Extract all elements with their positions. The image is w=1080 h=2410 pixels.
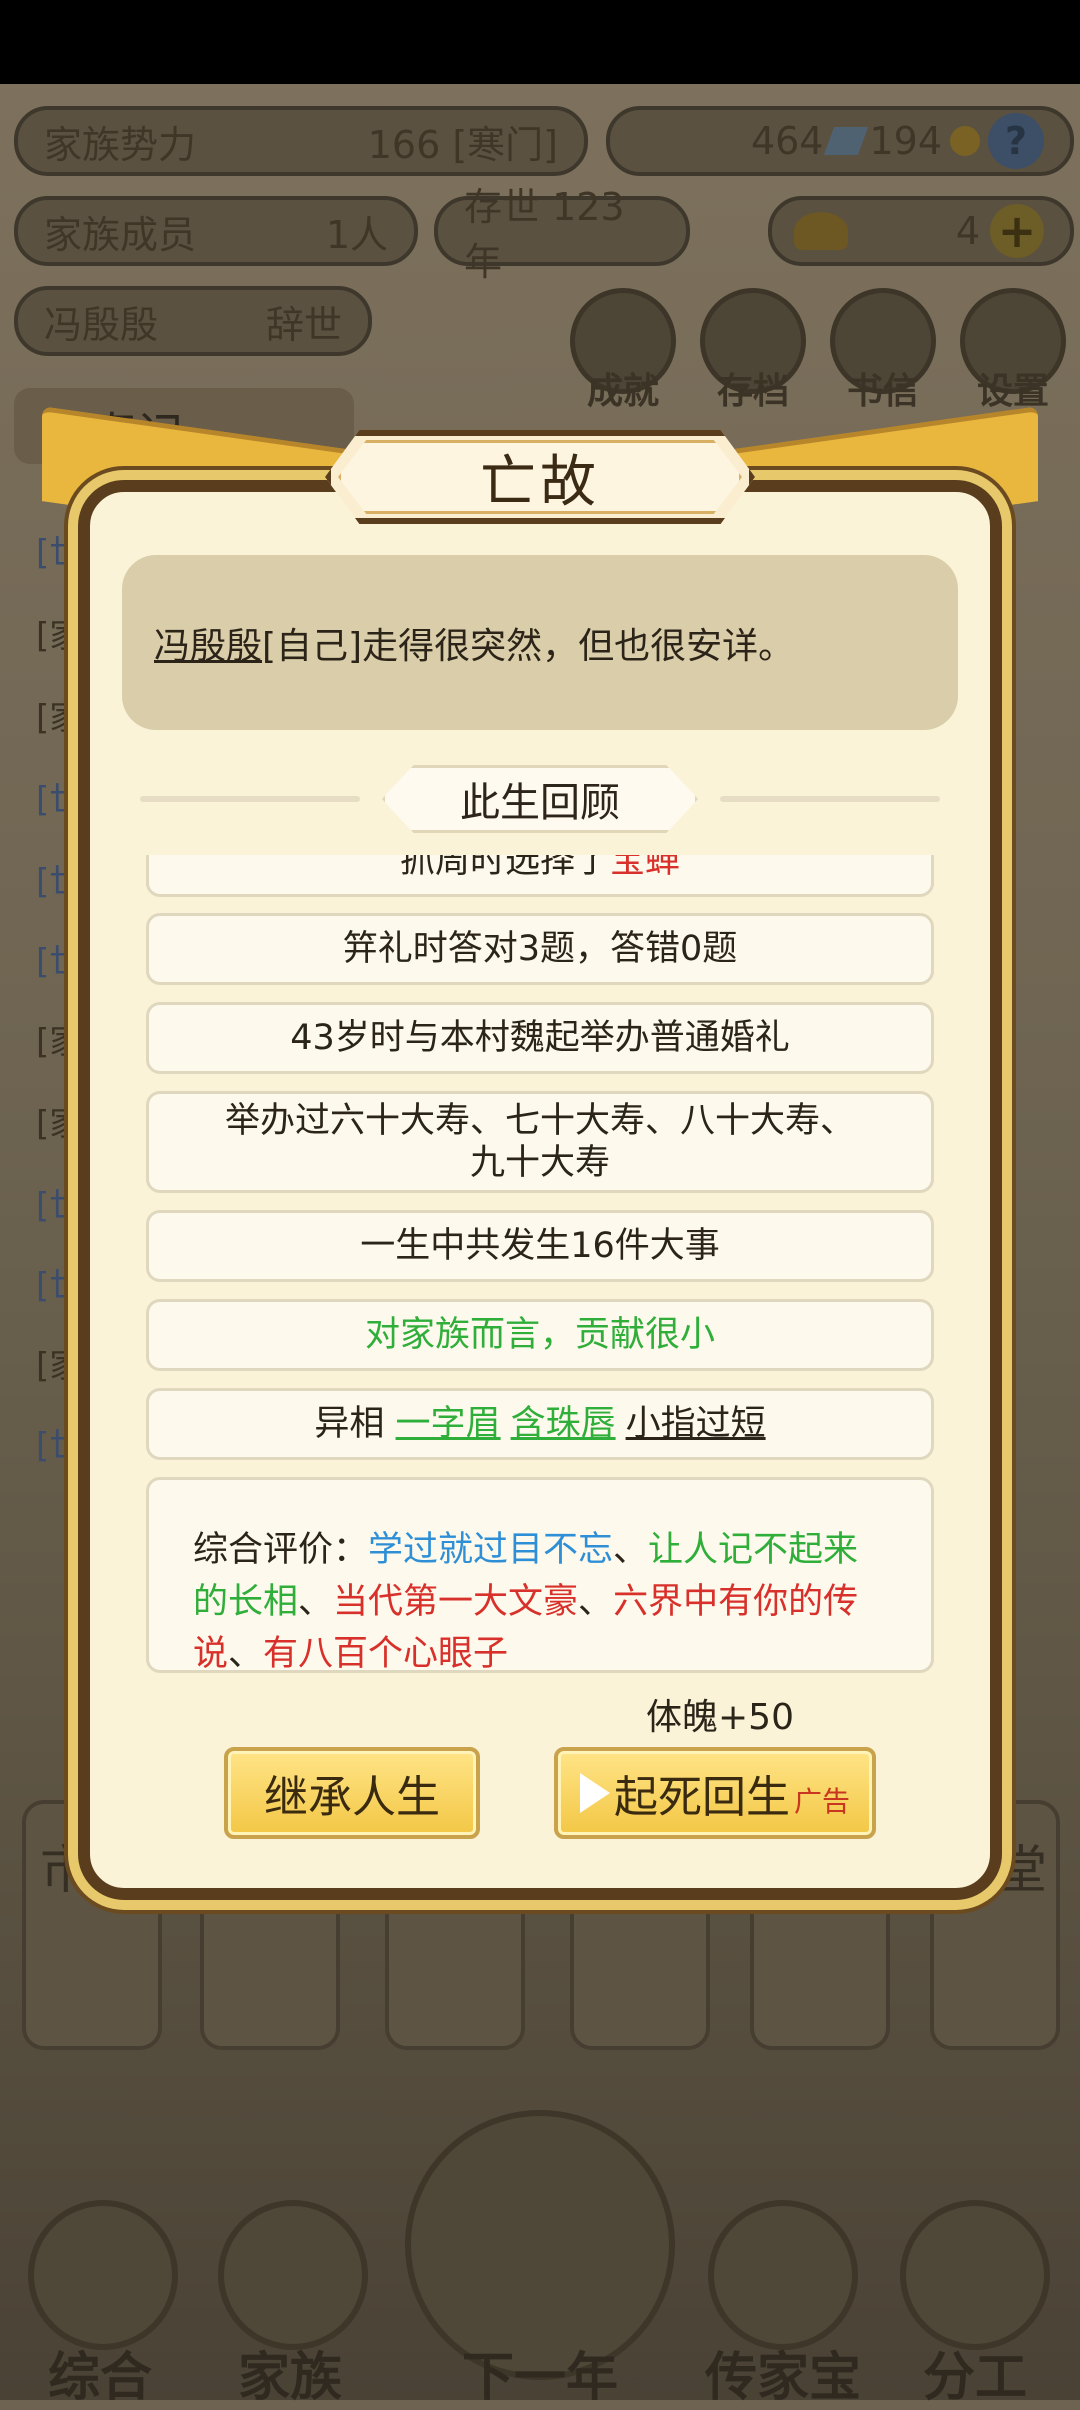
eval-trait: 有八百个心眼子 — [263, 1634, 509, 1674]
trait-link[interactable]: 含珠唇 — [511, 1403, 616, 1445]
gold-ingot-icon — [794, 212, 848, 250]
list-item: 一生中共发生16件大事 — [146, 1210, 934, 1282]
eval-sep: 、 — [613, 1530, 649, 1570]
overview-icon[interactable] — [28, 2200, 178, 2350]
family-power-pill[interactable]: 家族势力 166 [寒门] — [14, 106, 588, 176]
reward-text: 体魄+50 — [646, 1697, 794, 1738]
event-line: [世 — [36, 942, 84, 982]
nav-overview-label: 综合 — [47, 2348, 152, 2408]
play-icon — [579, 1773, 610, 1813]
settings-label: 设置 — [976, 371, 1049, 412]
eval-sep: 、 — [228, 1634, 264, 1674]
eval-sep: 、 — [298, 1582, 334, 1622]
event-line: [世 — [36, 780, 84, 820]
family-power-value: 166 [寒门] — [367, 122, 558, 167]
eval-label: 综合评价： — [193, 1530, 369, 1570]
gold-count: 4 — [955, 209, 980, 253]
event-line: [世 — [36, 1186, 84, 1226]
heirloom-icon[interactable] — [708, 2200, 858, 2350]
message-text: [自己]走得很突然，但也很安详。 — [262, 625, 795, 667]
dialog-title: 亡故 — [338, 440, 742, 514]
revive-ad-button[interactable]: 起死回生 广告 — [554, 1747, 876, 1839]
list-item: 举办过六十大寿、七十大寿、八十大寿、 九十大寿 — [146, 1091, 934, 1193]
ad-tag: 广告 — [793, 1785, 850, 1818]
eval-trait: 当代第一大文豪 — [333, 1582, 579, 1622]
nav-next-year-label: 下一年 — [461, 2348, 618, 2408]
event-line: [家 — [36, 1346, 84, 1386]
event-line: [家 — [36, 616, 84, 656]
section-divider-left — [140, 796, 360, 802]
inherit-life-button[interactable]: 继承人生 — [224, 1747, 480, 1839]
list-item-line: 九十大寿 — [469, 1143, 610, 1183]
nav-heirloom-label: 传家宝 — [704, 2348, 861, 2408]
event-line: [世 — [36, 533, 84, 573]
archive-label: 存档 — [716, 371, 789, 412]
list-item: 43岁时与本村魏起举办普通婚礼 — [146, 1002, 934, 1074]
members-label: 家族成员 — [44, 212, 197, 257]
list-item-text: 抓周时选择了 — [399, 855, 610, 881]
event-line: [世 — [36, 1266, 84, 1306]
section-divider-right — [720, 796, 940, 802]
help-button[interactable]: ? — [988, 113, 1044, 169]
event-line: [家 — [36, 698, 84, 738]
person-pill[interactable]: 冯殷殷 辞世 — [14, 286, 372, 356]
revive-label: 起死回生 — [613, 1772, 790, 1823]
family-power-label: 家族势力 — [44, 122, 197, 167]
existence-text: 存世 123年 — [464, 185, 625, 284]
event-line: [家 — [36, 1022, 84, 1062]
gold-pill[interactable]: 4 + — [768, 196, 1074, 266]
diamond-icon — [824, 127, 869, 155]
traits-label: 异相 — [314, 1404, 396, 1444]
message-person-name[interactable]: 冯殷殷 — [154, 617, 262, 669]
family-icon[interactable] — [218, 2200, 368, 2350]
nav-family-label: 家族 — [237, 2348, 342, 2408]
event-line: [家 — [36, 1104, 84, 1144]
eval-trait: 学过就过目不忘 — [368, 1530, 614, 1570]
list-item-highlight: 宝蝉 — [610, 855, 681, 881]
traits-item: 异相 一字眉 含珠唇 小指过短 — [146, 1388, 934, 1460]
death-message: 冯殷殷 [自己]走得很突然，但也很安详。 — [122, 555, 958, 730]
status-bar — [0, 0, 1080, 84]
list-item: 抓周时选择了 宝蝉 — [146, 855, 934, 897]
event-line: [世 — [36, 862, 84, 902]
members-value: 1人 — [325, 212, 388, 257]
person-name: 冯殷殷 — [44, 302, 159, 347]
division-icon[interactable] — [900, 2200, 1050, 2350]
coin-icon — [950, 126, 980, 156]
add-icon[interactable]: + — [990, 204, 1044, 258]
list-item: 笄礼时答对3题，答错0题 — [146, 913, 934, 985]
existence-pill: 存世 123年 — [434, 185, 690, 284]
inherit-life-label: 继承人生 — [264, 1772, 440, 1823]
trait-link[interactable]: 一字眉 — [396, 1403, 501, 1445]
person-status: 辞世 — [265, 302, 342, 347]
currency-b-value: 194 — [869, 119, 942, 163]
letter-label: 书信 — [846, 371, 919, 412]
overall-evaluation: 综合评价：学过就过目不忘、让人记不起来的长相、当代第一大文豪、六界中有你的传说、… — [146, 1477, 934, 1674]
list-item-line: 举办过六十大寿、七十大寿、八十大寿、 — [224, 1101, 855, 1141]
eval-sep: 、 — [578, 1582, 614, 1622]
section-title: 此生回顾 — [382, 765, 698, 833]
trait-link[interactable]: 小指过短 — [626, 1403, 766, 1445]
list-item: 对家族而言，贡献很小 — [146, 1299, 934, 1371]
currency-a-value: 464 — [750, 119, 824, 163]
event-line: [世 — [36, 1426, 84, 1466]
nav-division-label: 分工 — [922, 2348, 1027, 2408]
members-pill[interactable]: 家族成员 1人 — [14, 196, 418, 266]
achievement-label: 成就 — [586, 371, 659, 412]
currency-pill[interactable]: 464 194 ? — [606, 106, 1074, 176]
life-review-list[interactable]: 抓周时选择了 宝蝉 笄礼时答对3题，答错0题 43岁时与本村魏起举办普通婚礼 举… — [140, 855, 940, 1685]
